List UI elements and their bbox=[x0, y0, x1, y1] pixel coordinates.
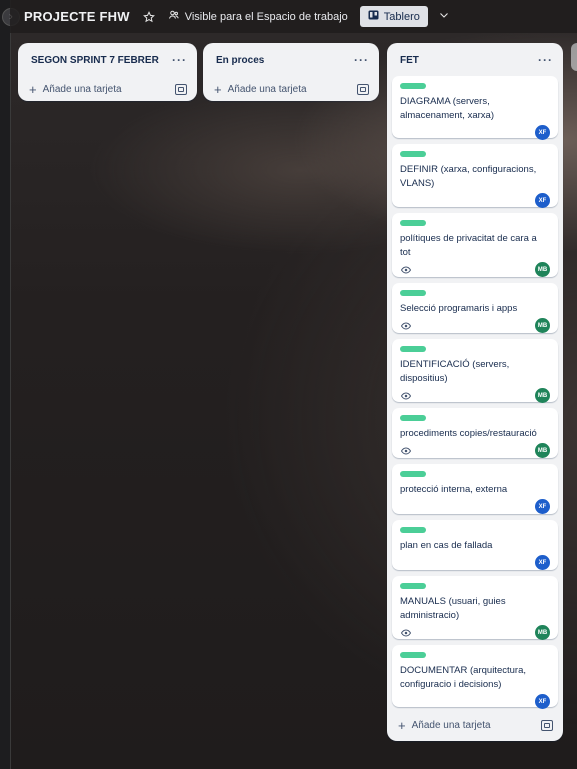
card-title: procediments copies/restauració bbox=[400, 428, 537, 439]
card-footer: MB bbox=[400, 318, 550, 333]
template-icon[interactable] bbox=[175, 83, 187, 95]
more-icon[interactable]: ··· bbox=[172, 53, 187, 67]
eye-icon bbox=[400, 627, 411, 638]
left-rail bbox=[0, 0, 11, 769]
avatar[interactable]: XF bbox=[535, 555, 550, 570]
add-card-button[interactable]: + Añade una tarjeta bbox=[203, 77, 379, 101]
card-footer: XF bbox=[400, 555, 550, 570]
people-icon bbox=[168, 9, 180, 24]
visibility-button[interactable]: Visible para el Espacio de trabajo bbox=[168, 9, 348, 24]
card-title: polítiques de privacitat de cara a tot bbox=[400, 233, 537, 258]
list-segon-sprint[interactable]: SEGON SPRINT 7 FEBRER ··· + Añade una ta… bbox=[18, 43, 197, 101]
card[interactable]: procediments copies/restauració MB bbox=[392, 408, 558, 458]
card[interactable]: plan en cas de fallada XF bbox=[392, 520, 558, 570]
card-label[interactable] bbox=[400, 527, 426, 533]
card[interactable]: Selecció programaris i apps MB bbox=[392, 283, 558, 333]
avatar[interactable]: MB bbox=[535, 443, 550, 458]
list-title[interactable]: SEGON SPRINT 7 FEBRER bbox=[31, 55, 159, 66]
view-label: Tablero bbox=[383, 10, 420, 23]
card-title: DIAGRAMA (servers, almacenament, xarxa) bbox=[400, 96, 494, 121]
list-fet[interactable]: FET ··· DIAGRAMA (servers, almacenament,… bbox=[387, 43, 563, 741]
add-card-label: Añade una tarjeta bbox=[42, 83, 122, 95]
card-footer: XF bbox=[400, 193, 550, 208]
card-footer: XF bbox=[400, 125, 550, 140]
card-label[interactable] bbox=[400, 583, 426, 589]
card-label[interactable] bbox=[400, 290, 426, 296]
plus-icon: + bbox=[398, 717, 406, 733]
card-footer: XF bbox=[400, 499, 550, 514]
chevron-down-icon[interactable] bbox=[438, 9, 450, 24]
avatar[interactable]: MB bbox=[535, 262, 550, 277]
card[interactable]: MANUALS (usuari, guies administracio) MB bbox=[392, 576, 558, 640]
template-icon[interactable] bbox=[357, 83, 369, 95]
template-icon[interactable] bbox=[541, 719, 553, 731]
list-title[interactable]: FET bbox=[400, 55, 419, 66]
avatar[interactable]: MB bbox=[535, 388, 550, 403]
list-header: SEGON SPRINT 7 FEBRER ··· bbox=[18, 43, 197, 77]
card-footer: XF bbox=[400, 694, 550, 709]
card-title: plan en cas de fallada bbox=[400, 540, 493, 551]
list-en-proces[interactable]: En proces ··· + Añade una tarjeta bbox=[203, 43, 379, 101]
add-card-button[interactable]: + Añade una tarjeta bbox=[387, 713, 563, 737]
avatar[interactable]: MB bbox=[535, 318, 550, 333]
eye-icon bbox=[400, 320, 411, 331]
avatar[interactable]: XF bbox=[535, 499, 550, 514]
avatar[interactable]: XF bbox=[535, 193, 550, 208]
board-header: PROJECTE FHW Visible para el Espacio de … bbox=[10, 0, 577, 33]
card[interactable]: protecció interna, externa XF bbox=[392, 464, 558, 514]
board-icon bbox=[368, 10, 379, 23]
board-title[interactable]: PROJECTE FHW bbox=[24, 9, 130, 24]
next-list-edge[interactable] bbox=[571, 43, 577, 71]
list-title[interactable]: En proces bbox=[216, 55, 264, 66]
add-card-button[interactable]: + Añade una tarjeta bbox=[18, 77, 197, 101]
avatar[interactable]: XF bbox=[535, 125, 550, 140]
card-label[interactable] bbox=[400, 415, 426, 421]
card-title: DOCUMENTAR (arquitectura, configuracio i… bbox=[400, 665, 526, 690]
list-header: FET ··· bbox=[387, 43, 563, 77]
card-footer: MB bbox=[400, 388, 550, 403]
avatar[interactable]: XF bbox=[535, 694, 550, 709]
visibility-label: Visible para el Espacio de trabajo bbox=[184, 10, 348, 23]
card[interactable]: DIAGRAMA (servers, almacenament, xarxa) … bbox=[392, 76, 558, 140]
card-footer: MB bbox=[400, 262, 550, 277]
plus-icon: + bbox=[29, 81, 37, 97]
card-title: MANUALS (usuari, guies administracio) bbox=[400, 596, 506, 621]
card-label[interactable] bbox=[400, 346, 426, 352]
star-icon[interactable] bbox=[138, 6, 160, 28]
eye-icon bbox=[400, 445, 411, 456]
card-label[interactable] bbox=[400, 471, 426, 477]
card[interactable]: polítiques de privacitat de cara a tot M… bbox=[392, 213, 558, 277]
card-title: Selecció programaris i apps bbox=[400, 303, 518, 314]
add-card-label: Añade una tarjeta bbox=[227, 83, 307, 95]
card-footer: MB bbox=[400, 443, 550, 458]
card-title: protecció interna, externa bbox=[400, 484, 508, 495]
list-header: En proces ··· bbox=[203, 43, 379, 77]
more-icon[interactable]: ··· bbox=[354, 53, 369, 67]
card-label[interactable] bbox=[400, 83, 426, 89]
eye-icon bbox=[400, 390, 411, 401]
card-title: IDENTIFICACIÓ (servers, dispositius) bbox=[400, 359, 510, 384]
card-label[interactable] bbox=[400, 652, 426, 658]
eye-icon bbox=[400, 264, 411, 275]
more-icon[interactable]: ··· bbox=[538, 53, 553, 67]
card-title: DEFINIR (xarxa, configuracions, VLANS) bbox=[400, 164, 537, 189]
avatar[interactable]: MB bbox=[535, 625, 550, 640]
plus-icon: + bbox=[214, 81, 222, 97]
add-card-label: Añade una tarjeta bbox=[411, 719, 491, 731]
card[interactable]: DOCUMENTAR (arquitectura, configuracio i… bbox=[392, 645, 558, 709]
card-label[interactable] bbox=[400, 220, 426, 226]
card[interactable]: DEFINIR (xarxa, configuracions, VLANS) X… bbox=[392, 144, 558, 208]
card-footer: MB bbox=[400, 625, 550, 640]
card[interactable]: IDENTIFICACIÓ (servers, dispositius) MB bbox=[392, 339, 558, 403]
view-switcher-button[interactable]: Tablero bbox=[359, 6, 428, 27]
card-label[interactable] bbox=[400, 151, 426, 157]
